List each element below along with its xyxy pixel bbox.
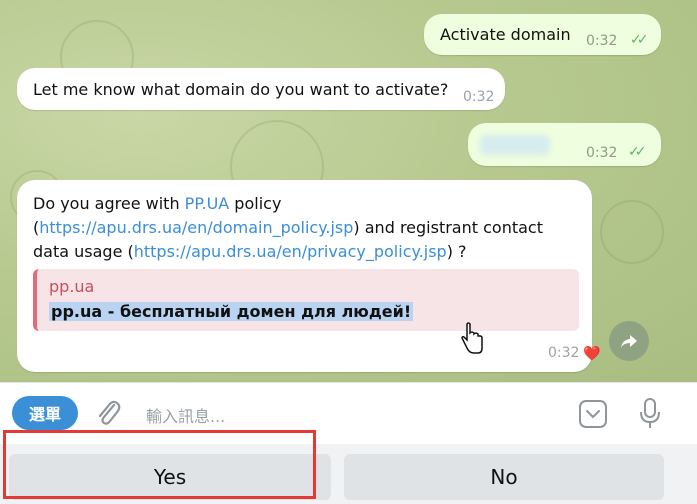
message-text: Activate domain xyxy=(440,25,571,44)
message-text: Let me know what domain do you want to a… xyxy=(33,80,449,99)
message-activate-domain[interactable]: Activate domain 0:32 ✓✓ xyxy=(424,14,661,55)
preview-description: pp.ua - бесплатный домен для людей! xyxy=(49,302,414,321)
policy-line-1: Do you agree with PP.UA policy xyxy=(33,194,281,213)
blurred-text xyxy=(480,135,550,155)
hand-cursor-icon xyxy=(461,322,483,354)
paperclip-icon[interactable] xyxy=(94,397,122,429)
message-input[interactable]: 輸入訊息... xyxy=(146,403,225,427)
message-time: 0:32 xyxy=(586,33,618,49)
no-button[interactable]: No xyxy=(344,454,664,500)
bot-menu-button[interactable]: 選單 xyxy=(12,396,78,430)
text-fragment: Do you agree with xyxy=(33,194,185,213)
microphone-icon[interactable] xyxy=(637,397,663,431)
message-time: 0:32 xyxy=(586,145,618,161)
read-ticks-icon: ✓✓ xyxy=(628,144,647,160)
link-privacy-policy[interactable]: https://apu.drs.ua/en/privacy_policy.jsp xyxy=(134,242,447,261)
policy-line-2: (https://apu.drs.ua/en/domain_policy.jsp… xyxy=(33,218,543,237)
text-fragment: ) and registrant contact xyxy=(353,218,543,237)
chat-area: Activate domain 0:32 ✓✓ Let me know what… xyxy=(0,0,697,382)
preview-title: pp.ua xyxy=(49,277,95,296)
text-fragment: data usage ( xyxy=(33,242,134,261)
sticker-icon[interactable] xyxy=(578,399,608,429)
link-ppua[interactable]: PP.UA xyxy=(185,194,230,213)
message-ask-domain[interactable]: Let me know what domain do you want to a… xyxy=(17,68,505,110)
policy-line-3: data usage (https://apu.drs.ua/en/privac… xyxy=(33,242,467,261)
share-icon xyxy=(621,335,637,348)
link-preview[interactable]: pp.ua pp.ua - бесплатный домен для людей… xyxy=(33,269,579,331)
background-doodle xyxy=(600,200,664,264)
link-domain-policy[interactable]: https://apu.drs.ua/en/domain_policy.jsp xyxy=(39,218,353,237)
text-fragment: policy xyxy=(229,194,282,213)
share-button[interactable] xyxy=(609,321,649,361)
read-ticks-icon: ✓✓ xyxy=(630,32,649,48)
highlight-box xyxy=(3,430,316,499)
heart-reaction-icon[interactable]: ❤️ xyxy=(583,346,600,362)
text-fragment: ) ? xyxy=(446,242,467,261)
message-time: 0:32 xyxy=(463,89,495,105)
message-time: 0:32 xyxy=(548,345,580,361)
message-blurred-domain[interactable]: 0:32 ✓✓ xyxy=(468,123,661,166)
